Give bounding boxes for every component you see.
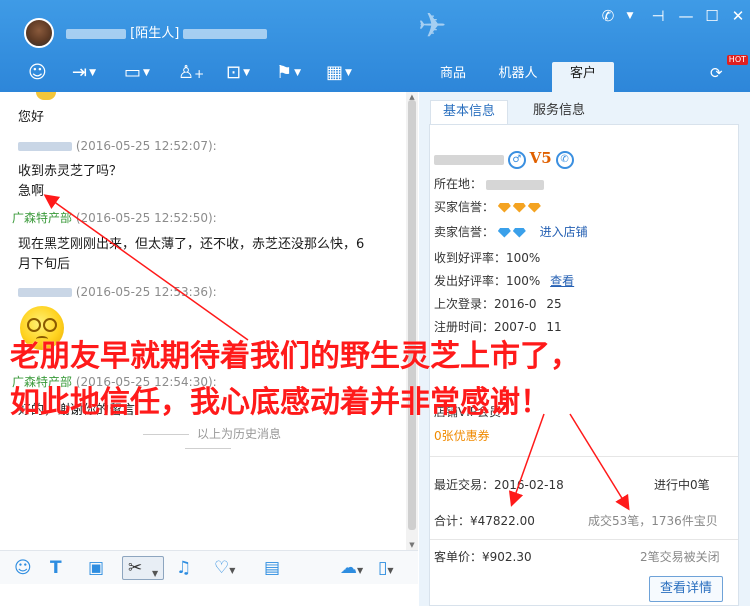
scroll-down-icon[interactable]: ▼ — [406, 540, 418, 550]
calendar-add-icon[interactable]: ▦ ▼ — [326, 62, 352, 84]
annotation-line-2: 如此地信任，我心底感动着并非常感谢！ — [10, 385, 550, 420]
scroll-thumb[interactable] — [408, 100, 416, 530]
sent-good-rate-row: 发出好评率：100% 查看 — [434, 274, 575, 288]
blurred-contact-signature — [183, 28, 268, 39]
divider — [430, 539, 738, 540]
tab-products[interactable]: 商品 — [430, 62, 476, 86]
received-good-rate: 收到好评率：100% — [434, 251, 541, 265]
recent-trade: 最近交易：2016-02-18 — [434, 478, 564, 492]
close-icon[interactable]: ✕ — [728, 6, 748, 26]
blurred-sender-name — [18, 142, 72, 151]
chat-bubble-icon[interactable]: ☺ — [28, 62, 47, 84]
customer-name-row: ♂ V5 ✆ — [434, 150, 574, 169]
phone-icon[interactable]: ✆ — [555, 150, 574, 169]
last-login-row: 上次登录：2016-0 25 — [434, 297, 562, 311]
message-meta: (2016-05-25 12:53:36): — [18, 283, 217, 301]
tab-robot[interactable]: 机器人 — [488, 62, 548, 86]
annotation-line-1: 老朋友早就期待着我们的野生灵芝上市了， — [10, 339, 580, 374]
tab-customer[interactable]: 客户 — [552, 62, 614, 92]
message-meta: 广森特产部 (2016-05-25 12:52:50): — [12, 211, 217, 225]
chat-message: 您好 — [18, 110, 45, 125]
buyer-credit-row: 买家信誉： — [434, 199, 543, 215]
average-price: 客单价：¥902.30 — [434, 550, 532, 564]
male-icon: ♂ — [507, 150, 526, 169]
scissors-icon[interactable]: ✂ — [128, 559, 142, 577]
emoji-icon[interactable]: ☺ — [14, 559, 32, 577]
emoji-eye — [43, 318, 57, 332]
history-separator: 以上为历史消息 — [108, 427, 308, 455]
chat-scrollbar[interactable]: ▲ ▼ — [406, 92, 418, 550]
blue-diamond-icon — [512, 227, 526, 238]
trade-total: 合计：¥47822.00 — [434, 514, 535, 528]
bell-icon[interactable]: ♫ — [176, 559, 191, 577]
chat-message: 现在黑芝刚刚出来，但太薄了，还不收，赤芝还没那么快，6 — [18, 237, 365, 252]
chat-message: 急啊 — [18, 184, 45, 199]
blue-diamond-icon — [497, 227, 511, 238]
message-meta: (2016-05-25 12:52:07): — [18, 137, 217, 155]
contact-title: [陌生人] — [66, 24, 268, 44]
seller-name[interactable]: 广森特产部 — [12, 211, 72, 225]
blurred-sender-name — [18, 288, 72, 297]
title-bar: [陌生人] ✈ ✆ ▼ ⊣ — ☐ ✕ ☺ ⇥ ▼ ▭ ▼ ♙+ ⊡ ▼ ⚑ ▼ ▦ ▼ … — [0, 0, 750, 92]
coupon-count[interactable]: 0张优惠券 — [434, 428, 490, 444]
contact-avatar[interactable] — [24, 18, 54, 48]
chevron-down-icon[interactable]: ▼ — [152, 562, 158, 583]
paper-plane-icon: ✈ — [418, 6, 447, 46]
deal-count: 成交53笔，1736件宝贝 — [588, 514, 718, 528]
gold-diamond-icon — [527, 202, 541, 213]
video-icon[interactable]: ▭ ▼ — [124, 62, 150, 84]
seller-credit-row: 卖家信誉： 进入店铺 — [434, 225, 588, 239]
add-contact-icon[interactable]: ♙+ — [178, 62, 204, 84]
maximize-icon[interactable]: ☐ — [702, 6, 722, 26]
in-progress-count: 进行中0笔 — [654, 478, 710, 492]
gold-diamond-icon — [497, 202, 511, 213]
tab-service-info[interactable]: 服务信息 — [520, 100, 598, 124]
emoji-eye — [27, 318, 41, 332]
contact-tag: [陌生人] — [130, 26, 180, 41]
phone-icon[interactable]: ✆ — [598, 6, 618, 26]
image-icon[interactable]: ▣ — [88, 559, 104, 577]
refresh-icon[interactable]: ⟳ — [710, 64, 723, 82]
document-icon[interactable]: ▯▼ — [378, 559, 394, 580]
tab-basic-info[interactable]: 基本信息 — [430, 100, 508, 124]
chevron-down-icon[interactable]: ▼ — [620, 6, 640, 26]
calculator-icon[interactable]: ▤ — [264, 559, 280, 577]
closed-trades: 2笔交易被关闭 — [640, 550, 720, 564]
view-link[interactable]: 查看 — [550, 274, 574, 288]
location-row: 所在地： — [434, 176, 544, 192]
heart-icon[interactable]: ♡▼ — [214, 559, 235, 580]
pin-icon[interactable]: ⊣ — [648, 6, 668, 26]
blurred-location — [485, 179, 544, 190]
chat-message: 月下旬后 — [18, 257, 71, 272]
hot-badge: HOT — [726, 55, 748, 65]
blurred-customer-name — [434, 154, 504, 165]
share-icon[interactable]: ⇥ ▼ — [72, 62, 96, 84]
divider — [430, 456, 738, 457]
blurred-contact-name — [66, 28, 126, 39]
font-icon[interactable]: T — [50, 559, 62, 577]
register-time-row: 注册时间：2007-0 11 — [434, 320, 562, 334]
view-details-button[interactable]: 查看详情 — [649, 576, 723, 602]
chat-input-toolbar: ☺ T ▣ ✂ ▼ ♫ ♡▼ ▤ ☁▼ ▯▼ — [0, 550, 418, 584]
level-badge: V5 — [529, 149, 552, 167]
enter-shop-link[interactable]: 进入店铺 — [540, 225, 588, 239]
message-input[interactable] — [0, 584, 418, 606]
screen-share-icon[interactable]: ⊡ ▼ — [226, 62, 250, 84]
chat-message: 收到赤灵芝了吗？ — [18, 164, 123, 179]
minimize-icon[interactable]: — — [676, 6, 696, 26]
alert-icon[interactable]: ⚑ ▼ — [276, 62, 301, 84]
gold-diamond-icon — [512, 202, 526, 213]
quick-reply-icon[interactable]: ☁▼ — [340, 559, 363, 580]
